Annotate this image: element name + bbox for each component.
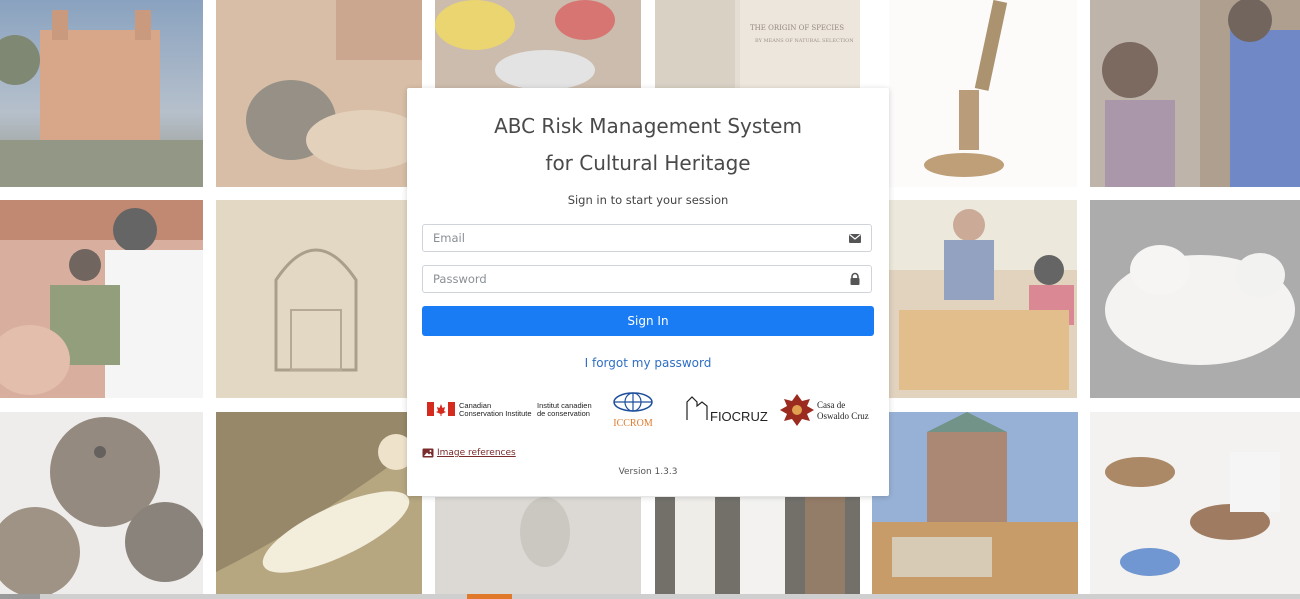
fiocruz-text: FIOCRUZ: [710, 409, 768, 424]
fiocruz-logo: FIOCRUZ: [686, 396, 768, 424]
app-title: ABC Risk Management System: [494, 114, 802, 138]
tile-workshop: [0, 200, 203, 398]
partner-logos: Canadian Conservation Institute Institut…: [422, 390, 874, 430]
sign-in-button[interactable]: Sign In: [422, 306, 874, 336]
casa-line1: Casa de: [817, 400, 845, 410]
bottom-strip: [0, 594, 1300, 599]
casa-oswaldo-cruz-logo: Casa de Oswaldo Cruz: [780, 394, 869, 426]
login-card: ABC Risk Management System for Cultural …: [407, 88, 889, 496]
tile-scientist: [1090, 0, 1300, 187]
tile-excavation: [435, 0, 641, 90]
forgot-password-link[interactable]: I forgot my password: [407, 356, 889, 370]
image-references-link[interactable]: Image references: [422, 448, 516, 458]
canada-flag-icon: [427, 402, 455, 416]
iccrom-logo: ICCROM: [613, 392, 653, 429]
tile-quebec: [872, 412, 1078, 598]
tile-fossil: [435, 497, 641, 594]
tile-microscope: [889, 0, 1077, 187]
tile-book: THE ORIGIN OF SPECIES BY MEANS OF NATURAL…: [655, 0, 860, 90]
tile-conservators: [889, 200, 1077, 398]
envelope-icon: [849, 234, 861, 243]
cci-fr-line2: de conservation: [537, 409, 590, 418]
lock-icon: [850, 272, 860, 285]
iccrom-text: ICCROM: [613, 418, 653, 429]
app-subtitle-title: for Cultural Heritage: [545, 151, 751, 175]
tile-rubble: [216, 0, 422, 187]
password-field-wrapper: [422, 265, 872, 293]
casa-line2: Oswaldo Cruz: [817, 411, 869, 421]
tile-drawing: [216, 200, 422, 398]
tile-palace: [0, 0, 203, 187]
cci-en-line2: Conservation Institute: [459, 409, 532, 418]
tile-drummers: [655, 497, 860, 594]
image-references-label: Image references: [437, 448, 516, 458]
image-icon: [422, 448, 434, 458]
tile-sculpture: [1090, 200, 1300, 398]
login-prompt: Sign in to start your session: [567, 193, 729, 207]
email-input[interactable]: [423, 225, 843, 251]
tile-spheres: [0, 412, 203, 598]
version-label: Version 1.3.3: [618, 467, 678, 477]
tile-painting: [216, 412, 422, 598]
password-input[interactable]: [423, 266, 843, 292]
email-field-wrapper: [422, 224, 872, 252]
tile-butterflies: [1090, 412, 1300, 598]
